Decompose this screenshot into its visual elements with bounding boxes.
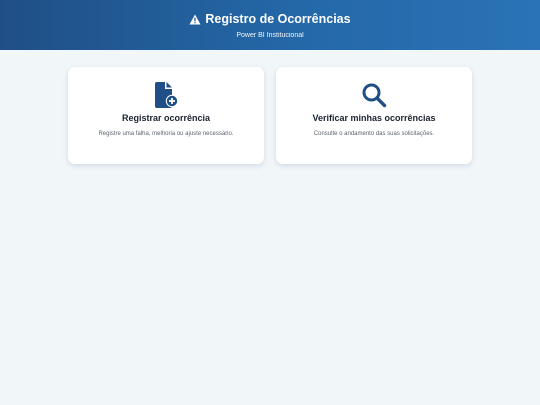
page-header: Registro de Ocorrências Power BI Institu… [0,0,540,50]
card-icon-container [68,82,264,108]
check-occurrences-card[interactable]: Verificar minhas ocorrências Consulte o … [276,67,472,164]
card-title: Verificar minhas ocorrências [312,113,436,123]
register-occurrence-card[interactable]: Registrar ocorrência Registre uma falha,… [68,67,264,164]
action-cards: Registrar ocorrência Registre uma falha,… [0,50,540,405]
page-title: Registro de Ocorrências [205,12,351,26]
search-icon [362,83,387,108]
card-description: Consulte o andamento das suas solicitaçõ… [313,131,435,137]
card-icon-container [276,82,472,108]
file-add-icon [155,82,179,108]
page-subtitle: Power BI Institucional [236,31,304,39]
card-title: Registrar ocorrência [121,113,211,123]
warning-icon [189,14,201,24]
page-title-row: Registro de Ocorrências [189,11,351,27]
card-description: Registre uma falha, melhoria ou ajuste n… [98,131,234,137]
